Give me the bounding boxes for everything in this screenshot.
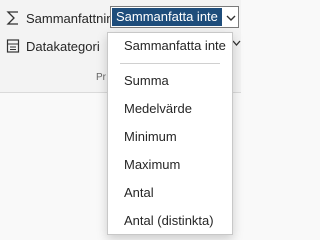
data-category-row: Datakategori <box>0 34 100 58</box>
sigma-icon <box>4 8 22 28</box>
chevron-down-icon[interactable] <box>226 11 236 23</box>
option-maximum[interactable]: Maximum <box>108 153 232 177</box>
option-minimum[interactable]: Minimum <box>108 125 232 149</box>
option-summa[interactable]: Summa <box>108 69 232 93</box>
ribbon-group-label: Pr <box>96 72 106 83</box>
summarization-row: Sammanfattning <box>0 6 121 30</box>
summarization-value: Sammanfatta inte <box>112 8 222 26</box>
option-antal-distinkta[interactable]: Antal (distinkta) <box>108 209 232 233</box>
option-medelvarde[interactable]: Medelvärde <box>108 97 232 121</box>
summarization-select[interactable]: Sammanfatta inte <box>110 6 239 28</box>
summarization-label: Sammanfattning <box>26 10 121 26</box>
chevron-down-icon[interactable] <box>232 36 241 50</box>
option-antal[interactable]: Antal <box>108 181 232 205</box>
dropdown-separator <box>120 63 220 64</box>
data-category-label: Datakategori <box>26 38 100 54</box>
dropdown-selected-option[interactable]: Sammanfatta inte <box>108 33 232 59</box>
summarization-dropdown: Sammanfatta inte Summa Medelvärde Minimu… <box>107 32 233 235</box>
data-category-icon <box>4 36 22 56</box>
